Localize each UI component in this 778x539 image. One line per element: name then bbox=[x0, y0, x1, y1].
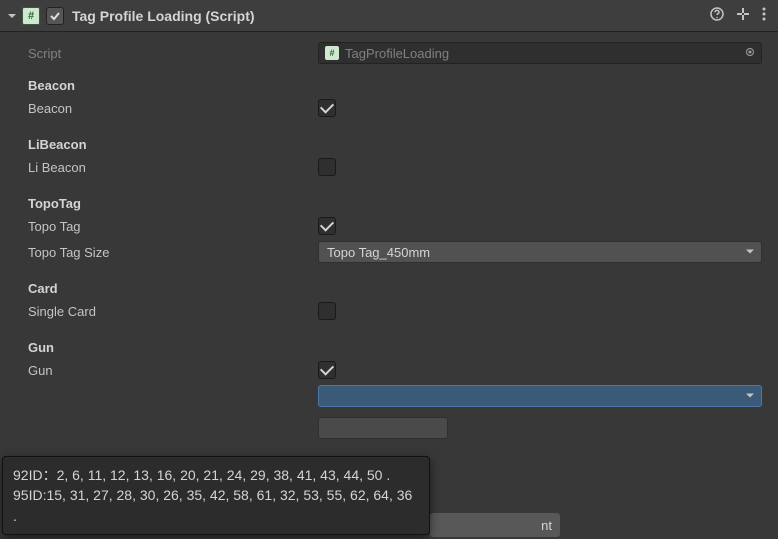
script-object-field[interactable]: # TagProfileLoading bbox=[318, 42, 762, 64]
context-menu-icon[interactable] bbox=[762, 7, 766, 24]
tooltip-text: 92ID：2, 6, 11, 12, 13, 16, 20, 21, 24, 2… bbox=[13, 467, 412, 524]
script-label: Script bbox=[28, 46, 318, 61]
component-enabled-checkbox[interactable] bbox=[46, 7, 64, 25]
header-actions bbox=[710, 7, 772, 24]
gun-type-dropdown[interactable] bbox=[318, 385, 762, 407]
help-icon[interactable] bbox=[710, 7, 724, 24]
tooltip: 92ID：2, 6, 11, 12, 13, 16, 20, 21, 24, 2… bbox=[2, 456, 430, 535]
preset-icon[interactable] bbox=[736, 7, 750, 24]
topotag-label: Topo Tag bbox=[28, 219, 318, 234]
gun-type-row bbox=[28, 385, 762, 407]
gun-row: Gun bbox=[28, 359, 762, 381]
obscured-button-suffix: nt bbox=[541, 518, 552, 533]
topotag-size-dropdown[interactable]: Topo Tag_450mm bbox=[318, 241, 762, 263]
script-row: Script # TagProfileLoading bbox=[28, 42, 762, 64]
beacon-checkbox[interactable] bbox=[318, 99, 336, 117]
libeacon-row: Li Beacon bbox=[28, 156, 762, 178]
section-topotag-title: TopoTag bbox=[28, 196, 762, 211]
topotag-checkbox[interactable] bbox=[318, 217, 336, 235]
card-row: Single Card bbox=[28, 300, 762, 322]
card-label: Single Card bbox=[28, 304, 318, 319]
inspector-content: Script # TagProfileLoading Beacon Beacon… bbox=[0, 32, 778, 449]
topotag-size-row: Topo Tag Size Topo Tag_450mm bbox=[28, 241, 762, 263]
section-card-title: Card bbox=[28, 281, 762, 296]
card-checkbox[interactable] bbox=[318, 302, 336, 320]
beacon-label: Beacon bbox=[28, 101, 318, 116]
obscured-button[interactable]: nt bbox=[430, 513, 560, 537]
gun-extra-row bbox=[28, 417, 762, 439]
extra-dropdown[interactable] bbox=[318, 417, 448, 439]
topotag-size-value: Topo Tag_450mm bbox=[327, 245, 430, 260]
chevron-down-icon bbox=[745, 245, 755, 260]
gun-label: Gun bbox=[28, 363, 318, 378]
section-gun-title: Gun bbox=[28, 340, 762, 355]
libeacon-label: Li Beacon bbox=[28, 160, 318, 175]
section-beacon-title: Beacon bbox=[28, 78, 762, 93]
topotag-row: Topo Tag bbox=[28, 215, 762, 237]
topotag-size-label: Topo Tag Size bbox=[28, 245, 318, 260]
component-title: Tag Profile Loading (Script) bbox=[72, 8, 710, 24]
script-file-icon: # bbox=[22, 7, 40, 25]
section-libeacon-title: LiBeacon bbox=[28, 137, 762, 152]
chevron-down-icon bbox=[745, 389, 755, 404]
script-value: TagProfileLoading bbox=[345, 46, 449, 61]
object-picker-icon[interactable] bbox=[741, 45, 757, 61]
component-header: # Tag Profile Loading (Script) bbox=[0, 0, 778, 32]
beacon-row: Beacon bbox=[28, 97, 762, 119]
libeacon-checkbox[interactable] bbox=[318, 158, 336, 176]
script-mini-icon: # bbox=[325, 46, 339, 60]
foldout-toggle[interactable] bbox=[6, 10, 18, 22]
gun-checkbox[interactable] bbox=[318, 361, 336, 379]
